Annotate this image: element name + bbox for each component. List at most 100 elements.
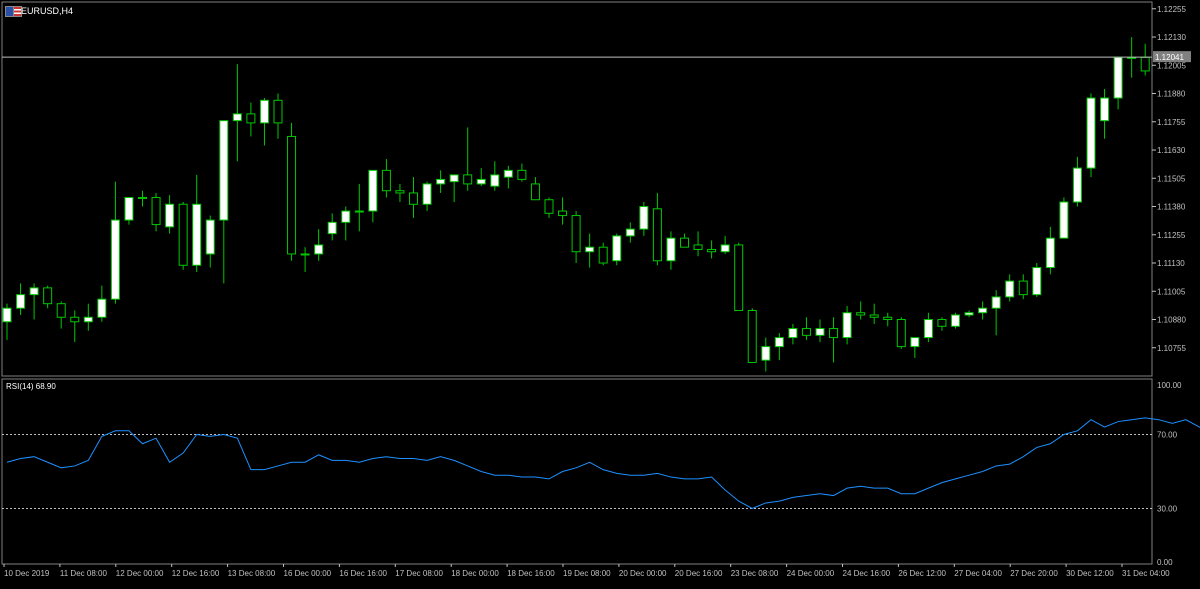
candle-body bbox=[910, 337, 920, 348]
candle-body bbox=[869, 314, 879, 318]
candle-body bbox=[1100, 97, 1110, 122]
candle-body bbox=[666, 237, 676, 262]
candle-body bbox=[558, 210, 568, 217]
candle-body bbox=[1059, 201, 1069, 239]
candle-body bbox=[544, 199, 554, 214]
candle-body bbox=[1086, 97, 1096, 169]
x-axis: 10 Dec 2019 11 Dec 08:00 12 Dec 00:00 12 De… bbox=[3, 564, 1170, 578]
candle-body bbox=[829, 328, 839, 339]
candle-body bbox=[56, 303, 66, 318]
candle-body bbox=[964, 312, 974, 316]
chart-title: EURUSD,H4 bbox=[21, 6, 74, 16]
candle-body bbox=[937, 319, 947, 327]
candle-body bbox=[165, 203, 175, 228]
rsi-title: RSI(14) 68.90 bbox=[6, 382, 56, 391]
candle-body bbox=[1018, 280, 1028, 296]
candle-body bbox=[978, 307, 988, 314]
price-y-tick-label: 1.11255 bbox=[1157, 231, 1186, 240]
x-tick-label: 30 Dec 12:00 bbox=[1066, 569, 1114, 578]
price-y-tick-label: 1.11130 bbox=[1157, 259, 1185, 268]
candle-body bbox=[368, 169, 378, 212]
candle-body bbox=[43, 287, 53, 305]
price-y-tick-label: 1.11005 bbox=[1157, 287, 1186, 296]
candle-body bbox=[1005, 280, 1015, 298]
x-tick-label: 31 Dec 04:00 bbox=[1122, 569, 1170, 578]
candle-body bbox=[232, 113, 242, 122]
x-tick-label: 19 Dec 08:00 bbox=[563, 569, 611, 578]
candle-body bbox=[788, 328, 798, 339]
price-y-tick-label: 1.11755 bbox=[1157, 118, 1186, 127]
candle-body bbox=[476, 178, 486, 185]
candle-body bbox=[151, 196, 161, 226]
candle-body bbox=[29, 287, 39, 296]
x-tick-label: 11 Dec 08:00 bbox=[60, 569, 108, 578]
x-tick-label: 16 Dec 00:00 bbox=[284, 569, 332, 578]
candle-body bbox=[883, 316, 893, 321]
candle-body bbox=[842, 312, 852, 339]
x-tick-label: 20 Dec 16:00 bbox=[675, 569, 723, 578]
rsi-line bbox=[6, 417, 1200, 510]
candle-body bbox=[70, 316, 80, 323]
price-y-tick-label: 1.11380 bbox=[1157, 203, 1186, 212]
x-tick-label: 23 Dec 08:00 bbox=[731, 569, 779, 578]
rsi-y-tick-label: 0.00 bbox=[1157, 558, 1173, 567]
x-tick-label: 17 Dec 08:00 bbox=[395, 569, 443, 578]
candle-body bbox=[314, 244, 324, 255]
candle-body bbox=[856, 312, 866, 316]
candle-body bbox=[530, 183, 540, 201]
current-price-label: 1.12041 bbox=[1155, 53, 1184, 62]
candle-body bbox=[409, 192, 418, 205]
candle-body bbox=[273, 99, 283, 124]
candle-body bbox=[707, 248, 717, 253]
candle-body bbox=[97, 298, 107, 318]
x-tick-label: 27 Dec 20:00 bbox=[1010, 569, 1058, 578]
candle-body bbox=[517, 169, 527, 180]
candle-body bbox=[354, 210, 364, 213]
candle-body bbox=[16, 294, 26, 309]
candle-body bbox=[110, 219, 120, 300]
candle-body bbox=[720, 244, 730, 253]
candle-body bbox=[422, 183, 432, 205]
rsi-y-tick-label: 70.00 bbox=[1157, 431, 1178, 440]
x-tick-label: 24 Dec 16:00 bbox=[843, 569, 891, 578]
price-y-tick-label: 1.10880 bbox=[1157, 316, 1186, 325]
candle-body bbox=[734, 244, 744, 311]
x-tick-label: 27 Dec 04:00 bbox=[954, 569, 1002, 578]
price-y-tick-label: 1.11630 bbox=[1157, 146, 1186, 155]
candle-body bbox=[381, 169, 391, 192]
candle-body bbox=[192, 203, 202, 266]
candle-body bbox=[83, 316, 93, 323]
candle-body bbox=[436, 178, 446, 185]
x-tick-label: 16 Dec 16:00 bbox=[339, 569, 387, 578]
candle-body bbox=[205, 219, 215, 255]
candle-body bbox=[138, 196, 147, 199]
candle-body bbox=[300, 253, 310, 256]
price-y-tick-label: 1.12255 bbox=[1157, 5, 1186, 14]
candle-body bbox=[449, 174, 459, 183]
candle-body bbox=[1140, 56, 1150, 72]
price-chart: 1.12255 1.12130 1.12005 1.11880 1.11755 1.116… bbox=[1, 1, 1200, 578]
price-panel-frame bbox=[1, 1, 1153, 377]
rsi-panel-frame bbox=[1, 378, 1153, 565]
candle-body bbox=[1072, 167, 1082, 203]
candle-body bbox=[341, 210, 351, 223]
candle-body bbox=[625, 228, 635, 237]
candle-body bbox=[503, 169, 513, 178]
x-tick-label: 12 Dec 16:00 bbox=[172, 569, 220, 578]
candle-body bbox=[693, 244, 703, 250]
candle-body bbox=[815, 328, 825, 336]
candle-body bbox=[124, 196, 134, 221]
candle-body bbox=[639, 206, 649, 230]
price-y-tick-label: 1.11505 bbox=[1157, 174, 1186, 183]
candle-body bbox=[259, 99, 269, 124]
candle-body bbox=[1032, 267, 1042, 296]
rsi-y-tick-label: 100.00 bbox=[1157, 381, 1182, 390]
candle-body bbox=[1113, 56, 1123, 99]
x-tick-label: 12 Dec 00:00 bbox=[116, 569, 164, 578]
candle-body bbox=[801, 328, 811, 336]
candle-body bbox=[2, 307, 12, 323]
price-y-tick-label: 1.11880 bbox=[1157, 90, 1186, 99]
price-y-tick-label: 1.10755 bbox=[1157, 344, 1186, 353]
candle-body bbox=[178, 203, 188, 266]
candle-body bbox=[571, 215, 581, 253]
